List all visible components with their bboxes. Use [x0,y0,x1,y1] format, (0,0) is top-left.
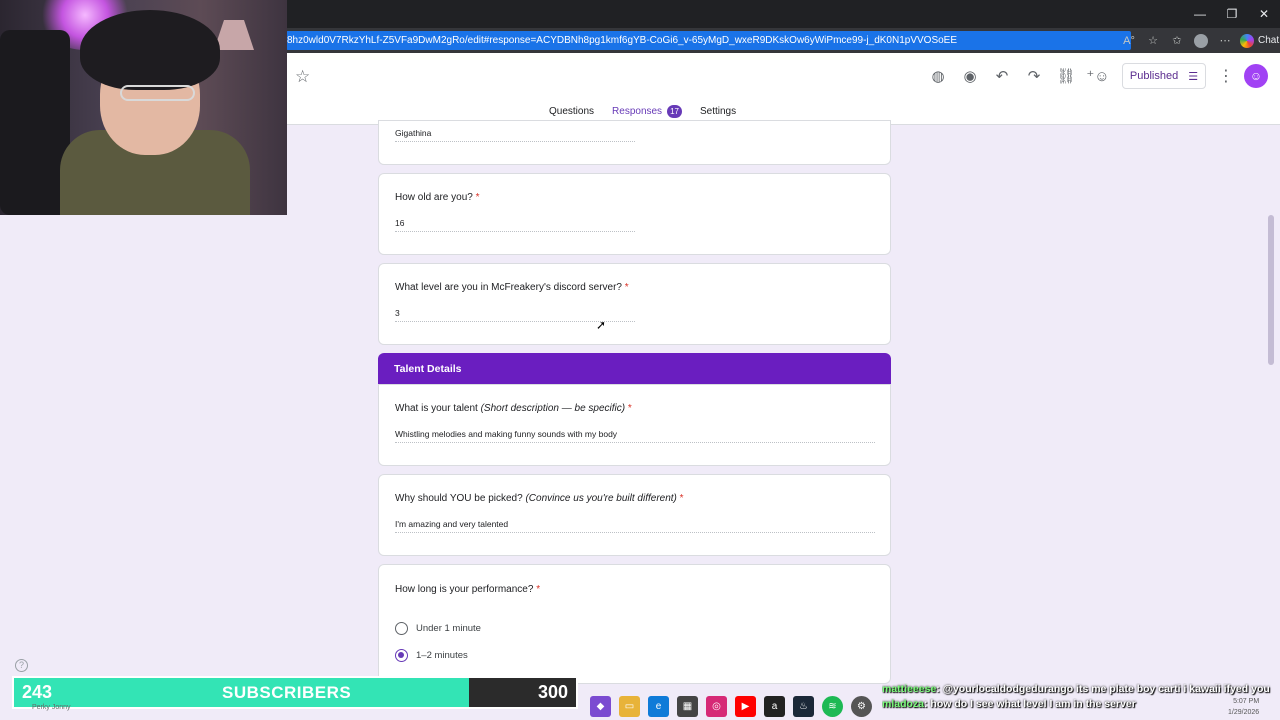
tab-settings-label: Settings [699,106,737,117]
name-answer: Gigathina [395,128,635,142]
subscriber-goal-bar: 243 SUBSCRIBERS 300 [12,676,578,709]
length-question-title: How long is your performance? * [395,584,540,595]
help-icon[interactable]: ? [15,659,28,672]
clock-time: 5:07 PM [1233,698,1260,705]
age-question-title: How old are you? * [395,192,480,203]
clock-date: 1/29/2026 [1228,709,1260,716]
option-1-2-minutes[interactable]: 1–2 minutes [395,649,468,662]
header-toolbar: ◍ ◉ ↶ ↷ ⛓ ⁺☺ Published ☰ ⋮ ☺ [922,63,1268,89]
youtube-icon[interactable]: ▶ [735,695,756,717]
talent-question-card: What is your talent (Short description —… [378,384,891,466]
radio-unselected[interactable] [395,622,408,635]
age-question-text: How old are you? [395,192,473,203]
more-menu-icon[interactable]: ⋯ [1214,31,1236,50]
required-marker: * [627,403,632,414]
copilot-app-icon[interactable]: ◆ [590,695,611,717]
steam-icon[interactable]: ♨ [793,695,814,717]
copilot-chat-button[interactable]: Chat [1240,33,1280,48]
required-marker: * [475,192,480,203]
subscriber-count: 243 [22,682,53,702]
option-label: Under 1 minute [416,623,481,634]
profile-icon[interactable] [1190,31,1212,50]
more-vert-icon[interactable]: ⋮ [1216,66,1236,86]
required-marker: * [624,282,629,293]
read-aloud-icon[interactable]: A° [1118,31,1140,50]
amazon-icon[interactable]: a [764,695,785,717]
instagram-icon[interactable]: ◎ [706,695,727,717]
link-icon[interactable]: ⛓ [1050,64,1082,88]
level-question-text: What level are you in McFreakery's disco… [395,282,622,293]
subscriber-label: SUBSCRIBERS [222,683,352,702]
picked-question-title: Why should YOU be picked? (Convince us y… [395,493,684,504]
radio-selected[interactable] [395,649,408,662]
talent-question-title: What is your talent (Short description —… [395,403,632,414]
length-question-text: How long is your performance? [395,584,534,595]
system-clock[interactable]: 5:07 PM 1/29/2026 [1228,696,1259,718]
settings-gear-icon[interactable]: ⚙ [851,695,872,717]
published-label: Published [1129,70,1179,82]
option-label: 1–2 minutes [416,650,468,661]
chat-message: mladoza: how do I see what level I am in… [882,698,1280,713]
picked-question-hint: (Convince us you're built different) [525,493,677,504]
chat-label: Chat [1258,35,1280,46]
picked-answer: I'm amazing and very talented [395,519,875,533]
close-button[interactable]: ✕ [1248,0,1280,28]
age-question-card: How old are you? * 16 [378,173,891,255]
subscriber-goal: 300 [537,682,568,702]
picked-question-card: Why should YOU be picked? (Convince us y… [378,474,891,556]
profile-avatar[interactable]: ☺ [1244,64,1268,88]
chat-text: : @yourlocaldodgedurango its me plate bo… [936,683,1270,695]
option-under-1-minute[interactable]: Under 1 minute [395,622,481,635]
url-text: 8hz0wld0V7RkzYhLf-Z5VFa9DwM2gRo/edit#res… [287,35,958,46]
stream-chat-overlay: mattieeese: @yourlocaldodgedurango its m… [882,683,1280,713]
store-icon[interactable]: ▦ [677,695,698,717]
mouse-cursor-icon: ➚ [596,318,607,332]
window-controls: — ❐ ✕ [1184,0,1280,28]
bookmark-star-icon[interactable]: ☆ [1142,31,1164,50]
name-card: Gigathina [378,120,891,165]
length-question-card: How long is your performance? * Under 1 … [378,564,891,684]
address-bar-actions: A° ☆ ✩ ⋯ Chat [1118,31,1279,50]
ghost-username: Perky Jonny [32,704,71,711]
talent-question-text: What is your talent [395,403,481,414]
streamer-glasses [120,85,195,101]
url-field[interactable]: 8hz0wld0V7RkzYhLf-Z5VFa9DwM2gRo/edit#res… [286,31,1131,50]
chat-message: mattieeese: @yourlocaldodgedurango its m… [882,683,1280,698]
undo-icon[interactable]: ↶ [986,64,1018,88]
chat-username: mladoza [882,698,925,710]
published-button[interactable]: Published ☰ [1122,63,1206,89]
responses-count-badge: 17 [667,105,682,118]
tab-questions-label: Questions [549,106,595,117]
taskbar-icons: ◆ ▭ e ▦ ◎ ▶ a ♨ ≋ ⚙ [578,692,878,720]
level-question-title: What level are you in McFreakery's disco… [395,282,629,293]
star-icon[interactable]: ☆ [295,67,310,87]
chat-username: mattieeese [882,683,937,695]
tab-responses-label: Responses [612,106,663,117]
minimize-button[interactable]: — [1184,0,1216,28]
file-explorer-icon[interactable]: ▭ [619,695,640,717]
redo-icon[interactable]: ↷ [1018,64,1050,88]
preview-eye-icon[interactable]: ◉ [954,64,986,88]
required-marker: * [536,584,541,595]
talent-question-hint: (Short description — be specific) [480,403,626,414]
level-question-card: What level are you in McFreakery's disco… [378,263,891,345]
maximize-button[interactable]: ❐ [1216,0,1248,28]
spotify-icon[interactable]: ≋ [822,695,843,717]
section-header-talent: Talent Details [378,353,891,385]
required-marker: * [679,493,684,504]
picked-question-text: Why should YOU be picked? [395,493,526,504]
palette-icon[interactable]: ◍ [922,64,954,88]
add-collaborator-icon[interactable]: ⁺☺ [1082,64,1114,88]
webcam-overlay [0,0,287,215]
page-scrollbar[interactable] [1268,215,1274,365]
edge-browser-icon[interactable]: e [648,695,669,717]
age-answer: 16 [395,218,635,232]
chat-text: : how do I see what level I am in the se… [924,698,1136,710]
copilot-icon [1240,33,1254,48]
sliders-icon: ☰ [1188,70,1199,83]
favorites-icon[interactable]: ✩ [1166,31,1188,50]
streamer-durag [80,10,220,90]
talent-answer: Whistling melodies and making funny soun… [395,429,875,443]
